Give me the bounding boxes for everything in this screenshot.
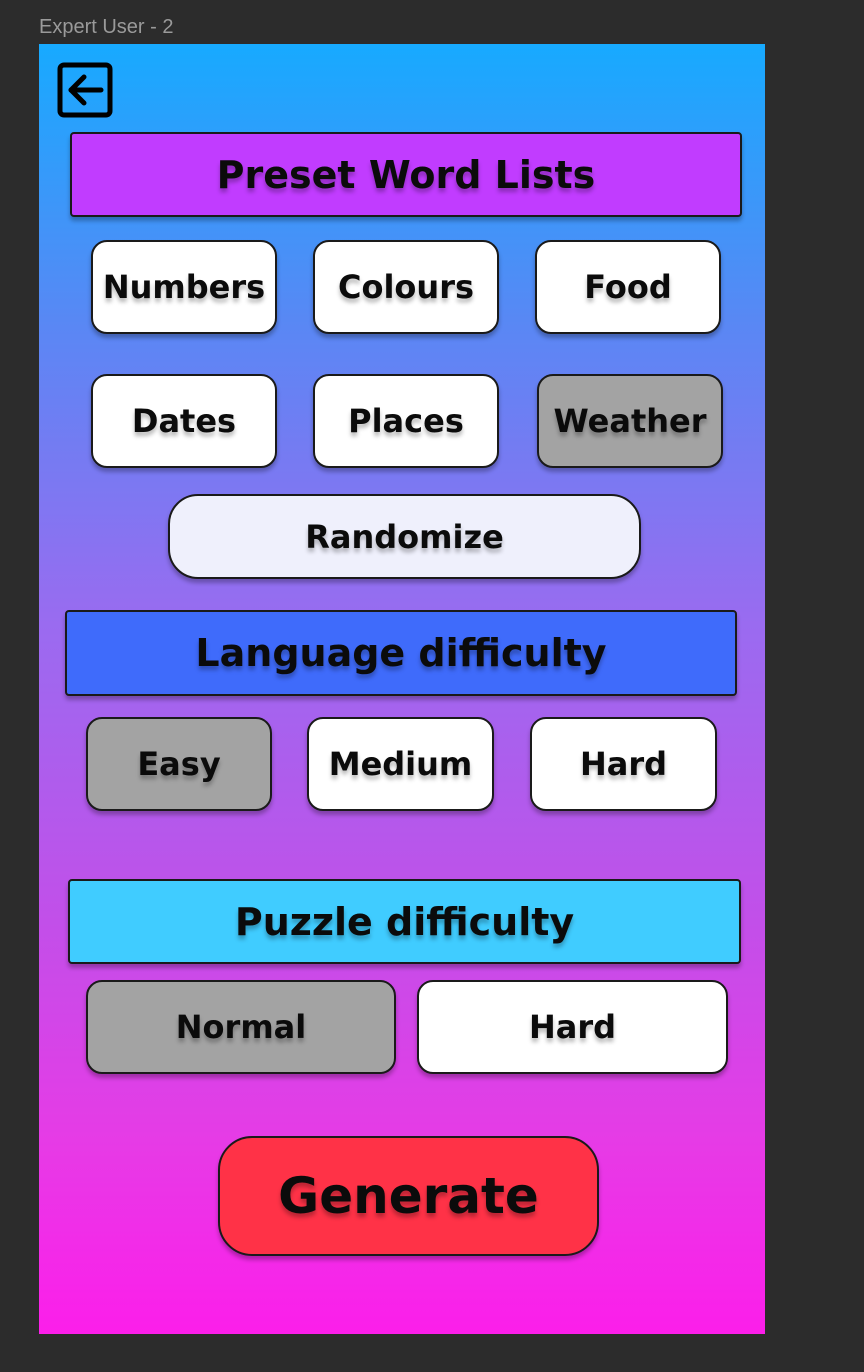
- language-option-easy[interactable]: Easy: [86, 717, 272, 811]
- language-option-label: Medium: [328, 745, 473, 783]
- puzzle-difficulty-header: Puzzle difficulty: [68, 879, 741, 964]
- expert-user-screen: Preset Word Lists Numbers Colours Food D…: [39, 44, 765, 1334]
- list-button-label: Colours: [337, 268, 475, 306]
- generate-button[interactable]: Generate: [218, 1136, 599, 1256]
- puzzle-difficulty-title: Puzzle difficulty: [234, 899, 575, 944]
- list-button-places[interactable]: Places: [313, 374, 499, 468]
- puzzle-option-normal[interactable]: Normal: [86, 980, 396, 1074]
- generate-label: Generate: [278, 1167, 539, 1225]
- list-button-label: Places: [348, 402, 464, 440]
- preset-word-lists-header: Preset Word Lists: [70, 132, 742, 217]
- list-button-food[interactable]: Food: [535, 240, 721, 334]
- language-difficulty-header: Language difficulty: [65, 610, 737, 696]
- list-button-label: Numbers: [102, 268, 266, 306]
- language-option-medium[interactable]: Medium: [307, 717, 494, 811]
- preset-word-lists-title: Preset Word Lists: [216, 152, 596, 197]
- language-option-hard[interactable]: Hard: [530, 717, 717, 811]
- list-button-label: Dates: [131, 402, 237, 440]
- puzzle-option-hard[interactable]: Hard: [417, 980, 728, 1074]
- language-option-label: Hard: [579, 745, 668, 783]
- list-button-dates[interactable]: Dates: [91, 374, 277, 468]
- list-button-label: Weather: [553, 402, 707, 440]
- randomize-label: Randomize: [305, 517, 504, 556]
- list-button-numbers[interactable]: Numbers: [91, 240, 277, 334]
- randomize-button[interactable]: Randomize: [168, 494, 641, 579]
- list-button-colours[interactable]: Colours: [313, 240, 499, 334]
- puzzle-option-label: Normal: [175, 1008, 307, 1046]
- list-button-weather[interactable]: Weather: [537, 374, 723, 468]
- list-button-label: Food: [584, 268, 672, 306]
- frame-title: Expert User - 2: [39, 16, 174, 38]
- back-icon[interactable]: [57, 62, 113, 118]
- puzzle-option-label: Hard: [528, 1008, 617, 1046]
- language-difficulty-title: Language difficulty: [195, 631, 607, 675]
- language-option-label: Easy: [137, 745, 221, 783]
